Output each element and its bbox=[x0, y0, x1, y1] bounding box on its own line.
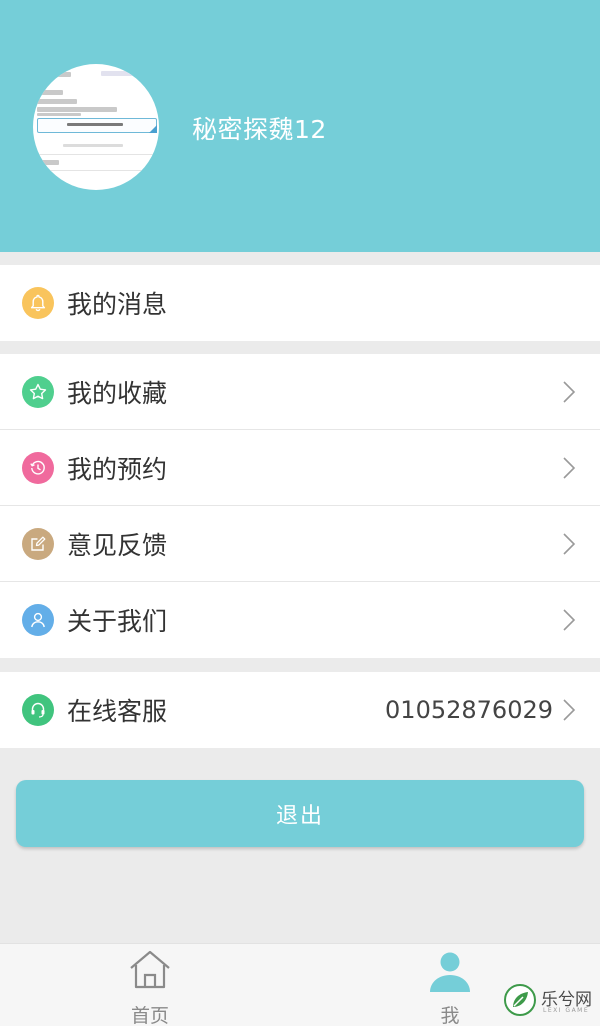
menu-item-messages[interactable]: 我的消息 bbox=[0, 265, 600, 341]
menu-item-online-service[interactable]: 在线客服 01052876029 bbox=[0, 672, 600, 748]
chevron-right-icon bbox=[563, 456, 576, 479]
menu-item-favorites[interactable]: 我的收藏 bbox=[0, 354, 600, 430]
star-icon bbox=[22, 375, 54, 408]
watermark-logo: 乐兮网 LEXI GAME bbox=[503, 983, 593, 1021]
menu-item-label: 关于我们 bbox=[67, 607, 168, 636]
username: 秘密探魏12 bbox=[192, 115, 327, 144]
logout-button[interactable]: 退出 bbox=[16, 780, 584, 847]
bell-icon bbox=[22, 287, 54, 319]
menu-item-label: 我的预约 bbox=[67, 454, 168, 484]
chevron-right-icon bbox=[563, 699, 576, 721]
tab-label: 我 bbox=[440, 1005, 460, 1026]
menu-item-label: 我的消息 bbox=[67, 290, 168, 319]
profile-header: 秘密探魏12 bbox=[0, 0, 600, 252]
menu-group-messages: 我的消息 bbox=[0, 265, 600, 341]
chevron-right-icon bbox=[563, 532, 576, 555]
home-icon bbox=[130, 950, 170, 989]
menu-item-label: 意见反馈 bbox=[67, 530, 168, 560]
tab-me[interactable]: 我 bbox=[390, 944, 510, 1026]
menu-group-main: 我的收藏 我的预约 意见反馈 关于我们 bbox=[0, 354, 600, 658]
chevron-right-icon bbox=[563, 380, 576, 403]
service-phone-number: 01052876029 bbox=[385, 696, 553, 724]
leaf-logo-icon bbox=[504, 984, 536, 1016]
tab-label: 首页 bbox=[130, 1005, 169, 1026]
tab-home[interactable]: 首页 bbox=[90, 944, 210, 1026]
menu-item-label: 在线客服 bbox=[67, 697, 168, 726]
history-clock-icon bbox=[22, 451, 54, 484]
avatar[interactable] bbox=[33, 64, 159, 190]
menu-item-about[interactable]: 关于我们 bbox=[0, 582, 600, 658]
menu-item-label: 我的收藏 bbox=[67, 378, 168, 408]
menu-group-service: 在线客服 01052876029 bbox=[0, 672, 600, 748]
menu-item-appointments[interactable]: 我的预约 bbox=[0, 430, 600, 506]
profile-page: 秘密探魏12 我的消息 我的收藏 我的预约 意见反馈 关于我们 在线客服 010… bbox=[0, 0, 600, 1026]
person-icon bbox=[22, 604, 54, 636]
edit-icon bbox=[22, 527, 54, 560]
watermark-subtext: LEXI GAME bbox=[543, 1007, 590, 1014]
headset-icon bbox=[22, 694, 54, 726]
chevron-right-icon bbox=[563, 609, 576, 631]
menu-item-feedback[interactable]: 意见反馈 bbox=[0, 506, 600, 582]
user-icon bbox=[430, 952, 470, 992]
